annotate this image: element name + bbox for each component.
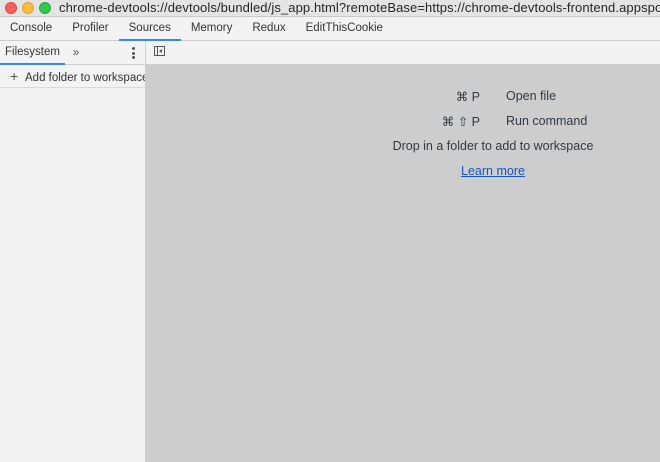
tab-filesystem[interactable]: Filesystem	[0, 41, 65, 65]
shortcut-keys: ⌘ P	[455, 90, 480, 104]
sources-navigator: Filesystem » + Add folder to workspace	[0, 41, 146, 462]
shortcut-label: Run command	[506, 114, 588, 128]
window-titlebar: chrome-devtools://devtools/bundled/js_ap…	[0, 0, 660, 17]
drop-folder-hint: Drop in a folder to add to workspace	[392, 139, 594, 153]
more-tabs-chevron-icon[interactable]: »	[67, 41, 85, 64]
window-title: chrome-devtools://devtools/bundled/js_ap…	[59, 0, 660, 15]
tab-redux[interactable]: Redux	[242, 17, 295, 40]
plus-icon: +	[10, 68, 19, 84]
devtools-main-tabbar: Console Profiler Sources Memory Redux Ed…	[0, 17, 660, 41]
shortcut-label: Open file	[506, 89, 557, 103]
tab-profiler[interactable]: Profiler	[62, 17, 118, 40]
tab-memory[interactable]: Memory	[181, 17, 243, 40]
add-folder-button[interactable]: + Add folder to workspace	[0, 65, 145, 88]
editor-placeholder: ⌘ P Open file ⌘ ⇧ P Run command Drop in …	[146, 65, 660, 462]
minimize-window-button[interactable]	[22, 2, 34, 14]
shortcut-keys: ⌘ ⇧ P	[441, 115, 480, 129]
navigator-tabbar: Filesystem »	[0, 41, 145, 65]
tab-console[interactable]: Console	[0, 17, 62, 40]
learn-more-link[interactable]: Learn more	[146, 164, 660, 178]
tab-sources[interactable]: Sources	[118, 17, 182, 41]
add-folder-label: Add folder to workspace	[25, 72, 145, 84]
tab-editthiscookie[interactable]: EditThisCookie	[296, 17, 393, 40]
maximize-window-button[interactable]	[39, 2, 51, 14]
editor-toolbar	[146, 41, 660, 65]
more-options-kebab-icon[interactable]	[131, 47, 135, 59]
toggle-navigator-icon[interactable]	[154, 46, 165, 56]
close-window-button[interactable]	[5, 2, 17, 14]
